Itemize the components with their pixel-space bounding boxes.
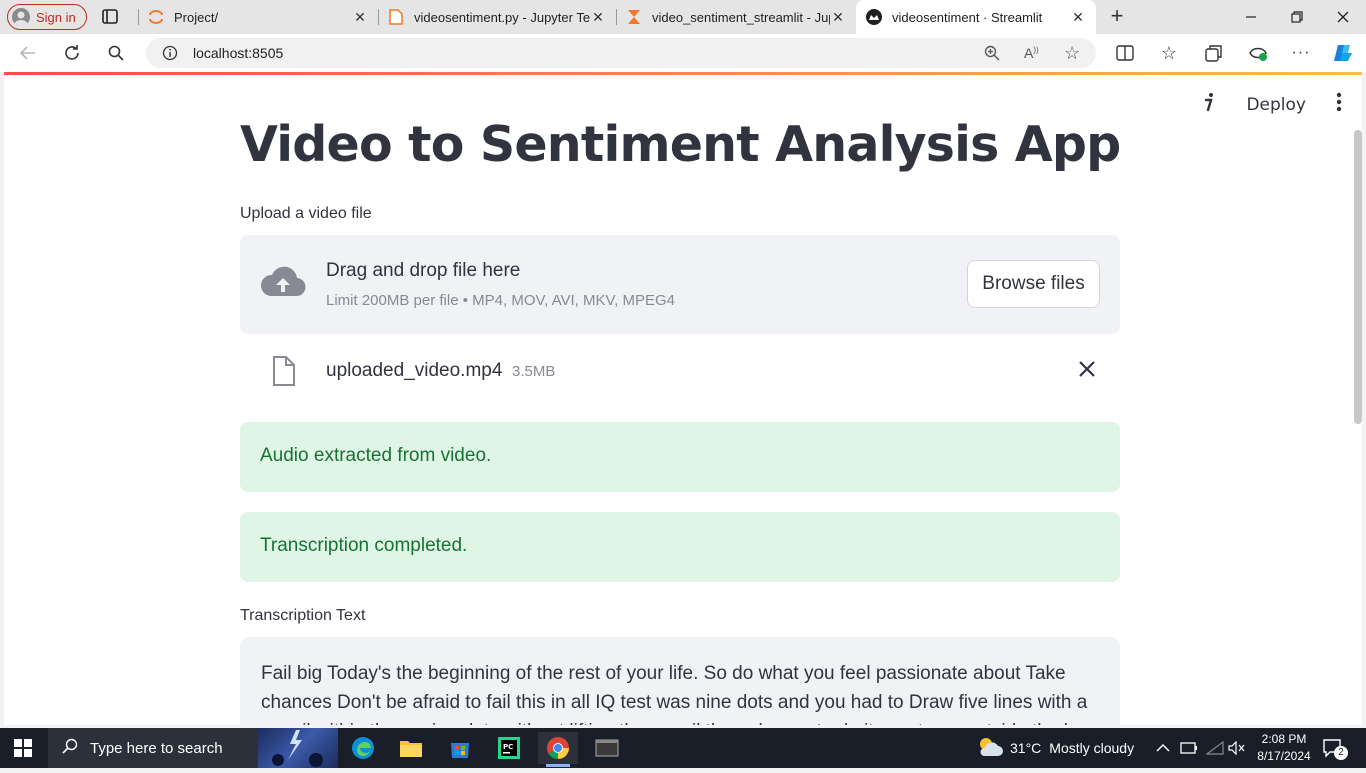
edge-icon[interactable] [343,732,383,764]
copilot-icon[interactable] [1332,42,1354,64]
page-scrollbar[interactable] [1354,130,1362,424]
hourglass-icon [626,9,642,25]
uploaded-file-item: uploaded_video.mp4 3.5MB [240,352,1120,392]
tab-videosentiment-streamlit[interactable]: videosentiment · Streamlit ✕ [856,0,1096,34]
more-options-icon[interactable]: ··· [1290,42,1312,64]
app-toolbar: Deploy [1202,92,1342,117]
notification-count-badge: 2 [1334,746,1348,760]
taskbar-search-box[interactable]: Type here to search [48,728,338,768]
deploy-button[interactable]: Deploy [1246,95,1306,115]
cloud-upload-icon [260,265,306,306]
search-icon[interactable] [105,42,127,64]
alert-text: Audio extracted from video. [260,445,492,466]
zoom-icon[interactable] [984,45,1000,66]
profile-avatar-icon [12,8,30,26]
tab-actions-icon[interactable] [100,8,120,26]
restore-icon[interactable] [1274,0,1320,34]
split-screen-icon[interactable] [1114,42,1136,64]
file-dropzone[interactable]: Drag and drop file here Limit 200MB per … [240,235,1120,334]
alert-text: Transcription completed. [260,535,468,556]
network-icon[interactable] [1206,728,1224,768]
back-arrow-icon[interactable] [17,42,39,64]
pycharm-icon[interactable]: PC [489,732,529,764]
info-icon[interactable] [1202,92,1216,117]
tab-label: videosentiment.py - Jupyter Text [414,9,590,25]
streamlit-icon [866,9,882,25]
clock-date: 8/17/2024 [1257,749,1311,763]
tab-project[interactable]: Project/ ✕ [138,0,378,34]
close-tab-icon[interactable]: ✕ [1070,9,1086,26]
uploaded-file-name: uploaded_video.mp4 [326,360,503,381]
tab-label: Project/ [174,9,219,25]
close-tab-icon[interactable]: ✕ [590,9,606,26]
page-viewport: Deploy Video to Sentiment Analysis App U… [4,72,1362,725]
search-icon [62,738,78,759]
file-icon [388,9,404,25]
jupyter-icon [148,9,164,25]
file-icon [271,355,297,392]
remove-file-icon[interactable] [1078,360,1096,383]
url-field[interactable]: localhost:8505 A)) ☆ [146,38,1096,68]
refresh-icon[interactable] [61,42,83,64]
volume-muted-icon[interactable] [1228,728,1246,768]
windows-start-icon[interactable] [14,739,32,762]
close-window-icon[interactable] [1320,0,1366,34]
clock-time: 2:08 PM [1261,732,1307,746]
sign-in-button[interactable]: Sign in [7,4,87,30]
file-explorer-icon[interactable] [391,732,431,764]
weather-widget[interactable]: 31°C Mostly cloudy [976,728,1134,768]
notifications-icon[interactable]: 2 [1322,738,1348,763]
url-text: localhost:8505 [193,45,284,61]
favorites-icon[interactable]: ☆ [1158,42,1180,64]
chrome-icon[interactable] [538,732,578,767]
read-aloud-icon[interactable]: A)) [1024,45,1039,61]
weather-temp: 31°C [1010,740,1042,756]
browse-files-button[interactable]: Browse files [967,260,1100,308]
tab-videosentiment-py[interactable]: videosentiment.py - Jupyter Text ✕ [378,0,616,34]
close-tab-icon[interactable]: ✕ [352,9,368,26]
address-bar-row: localhost:8505 A)) ☆ ☆ ··· [0,34,1366,72]
dropzone-title: Drag and drop file here [326,260,521,281]
success-alert-audio: Audio extracted from video. [240,422,1120,492]
show-hidden-icons-icon[interactable] [1156,728,1170,768]
new-tab-button[interactable]: + [1106,5,1128,28]
sign-in-label: Sign in [36,9,76,25]
collections-icon[interactable] [1203,42,1225,64]
taskbar-clock[interactable]: 2:08 PM 8/17/2024 [1254,731,1314,765]
site-info-icon[interactable] [162,45,178,66]
microsoft-store-icon[interactable] [440,732,480,764]
success-alert-transcription: Transcription completed. [240,512,1120,582]
favorite-star-icon[interactable]: ☆ [1064,44,1080,62]
page-title: Video to Sentiment Analysis App [240,116,1121,173]
header-decoration-bar [4,72,1362,75]
windows-taskbar: Type here to search PC 31°C Mostly cloud… [0,728,1366,768]
battery-icon[interactable] [1180,728,1198,768]
upload-label: Upload a video file [240,205,372,222]
svg-text:PC: PC [503,743,513,751]
transcription-label: Transcription Text [240,607,366,624]
minimize-icon[interactable] [1228,0,1274,34]
uploaded-file-size: 3.5MB [512,363,556,380]
tab-video-sentiment-streamlit[interactable]: video_sentiment_streamlit - Jupy ✕ [616,0,856,34]
tab-label: videosentiment · Streamlit [892,9,1043,25]
terminal-icon[interactable] [587,732,627,764]
search-placeholder: Type here to search [90,739,223,757]
weather-desc: Mostly cloudy [1049,740,1135,756]
dropzone-limit: Limit 200MB per file • MP4, MOV, AVI, MK… [326,292,675,309]
search-highlight-image [258,728,338,768]
tab-label: video_sentiment_streamlit - Jupy [652,9,830,25]
browser-essentials-icon[interactable] [1247,42,1269,64]
main-menu-icon[interactable] [1336,92,1342,117]
transcription-textarea[interactable]: Fail big Today's the beginning of the re… [240,637,1120,725]
cloudy-weather-icon [976,736,1004,761]
browser-tab-strip: Sign in Project/ ✕ videosentiment.py - J… [0,0,1366,34]
close-tab-icon[interactable]: ✕ [830,9,846,26]
